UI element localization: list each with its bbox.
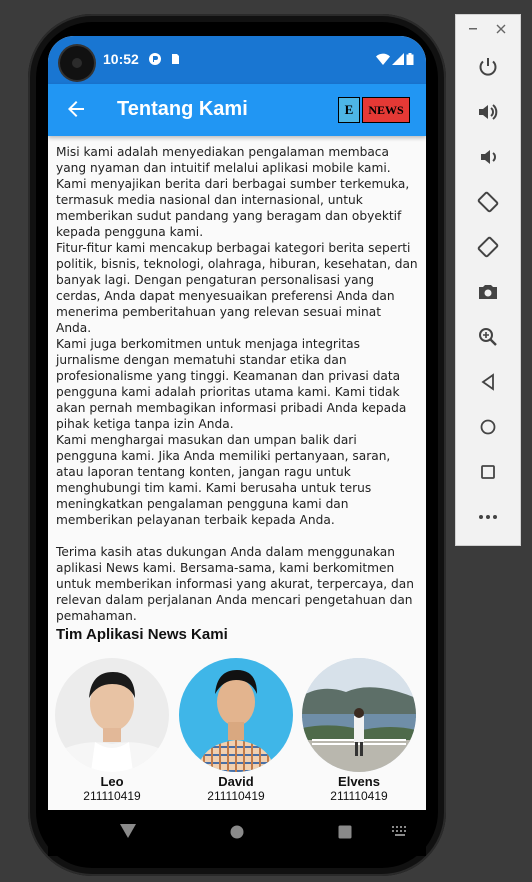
member-photo-elvens	[302, 658, 416, 772]
keyboard-icon[interactable]	[392, 826, 408, 836]
back-icon[interactable]	[476, 370, 500, 394]
nav-home-icon[interactable]	[230, 825, 244, 839]
rotate-right-icon[interactable]	[476, 235, 500, 259]
member-name: David	[218, 774, 254, 789]
nav-overview-icon[interactable]	[338, 825, 352, 839]
status-time: 10:52	[103, 51, 139, 67]
device-screen: 10:52 Tentang Kami E NEWS Misi kami adal…	[48, 36, 426, 810]
logo-e: E	[338, 97, 360, 123]
paragraph-mission: Misi kami adalah menyediakan pengalaman …	[56, 145, 410, 239]
camera-icon[interactable]	[476, 280, 500, 304]
rotate-left-icon[interactable]	[476, 190, 500, 214]
logo-news: NEWS	[362, 97, 410, 123]
team-member-card: Elvens 211110419	[302, 658, 416, 803]
paragraph-features: Fitur-fitur kami mencakup berbagai kateg…	[56, 241, 418, 335]
member-photo-david	[179, 658, 293, 772]
overview-icon[interactable]	[476, 460, 500, 484]
status-bar: 10:52	[48, 36, 426, 84]
signal-icon	[392, 53, 404, 65]
paragraph-integrity: Kami juga berkomitmen untuk menjaga inte…	[56, 337, 407, 431]
team-section-title: Tim Aplikasi News Kami	[56, 626, 228, 643]
member-photo-leo	[55, 658, 169, 772]
nav-back-icon[interactable]	[120, 824, 136, 838]
paragraph-thanks: Terima kasih atas dukungan Anda dalam me…	[56, 545, 414, 623]
minimize-icon[interactable]	[469, 28, 479, 30]
home-icon[interactable]	[476, 415, 500, 439]
emulator-control-panel	[455, 14, 521, 546]
power-icon[interactable]	[476, 55, 500, 79]
zoom-icon[interactable]	[476, 325, 500, 349]
member-id: 211110419	[207, 789, 265, 803]
app-notification-icon	[149, 53, 161, 65]
member-id: 211110419	[330, 789, 388, 803]
front-camera-icon	[60, 46, 94, 80]
team-member-card: David 211110419	[179, 658, 293, 803]
paragraph-feedback: Kami menghargai masukan dan umpan balik …	[56, 433, 391, 527]
more-icon[interactable]	[476, 505, 500, 529]
volume-up-icon[interactable]	[476, 100, 500, 124]
member-id: 211110419	[83, 789, 141, 803]
app-bar: Tentang Kami E NEWS	[48, 84, 426, 136]
android-nav-bar	[48, 810, 426, 856]
page-title: Tentang Kami	[117, 98, 248, 120]
battery-icon	[406, 53, 414, 65]
sd-card-icon	[172, 54, 179, 64]
team-member-card: Leo 211110419	[55, 658, 169, 803]
back-arrow-icon[interactable]	[64, 97, 88, 121]
app-logo: E NEWS	[338, 97, 410, 123]
about-content[interactable]: Misi kami adalah menyediakan pengalaman …	[48, 136, 426, 810]
member-name: Leo	[100, 774, 124, 789]
wifi-icon	[376, 53, 390, 65]
volume-down-icon[interactable]	[476, 145, 500, 169]
close-icon[interactable]	[496, 24, 506, 34]
member-name: Elvens	[338, 774, 380, 789]
